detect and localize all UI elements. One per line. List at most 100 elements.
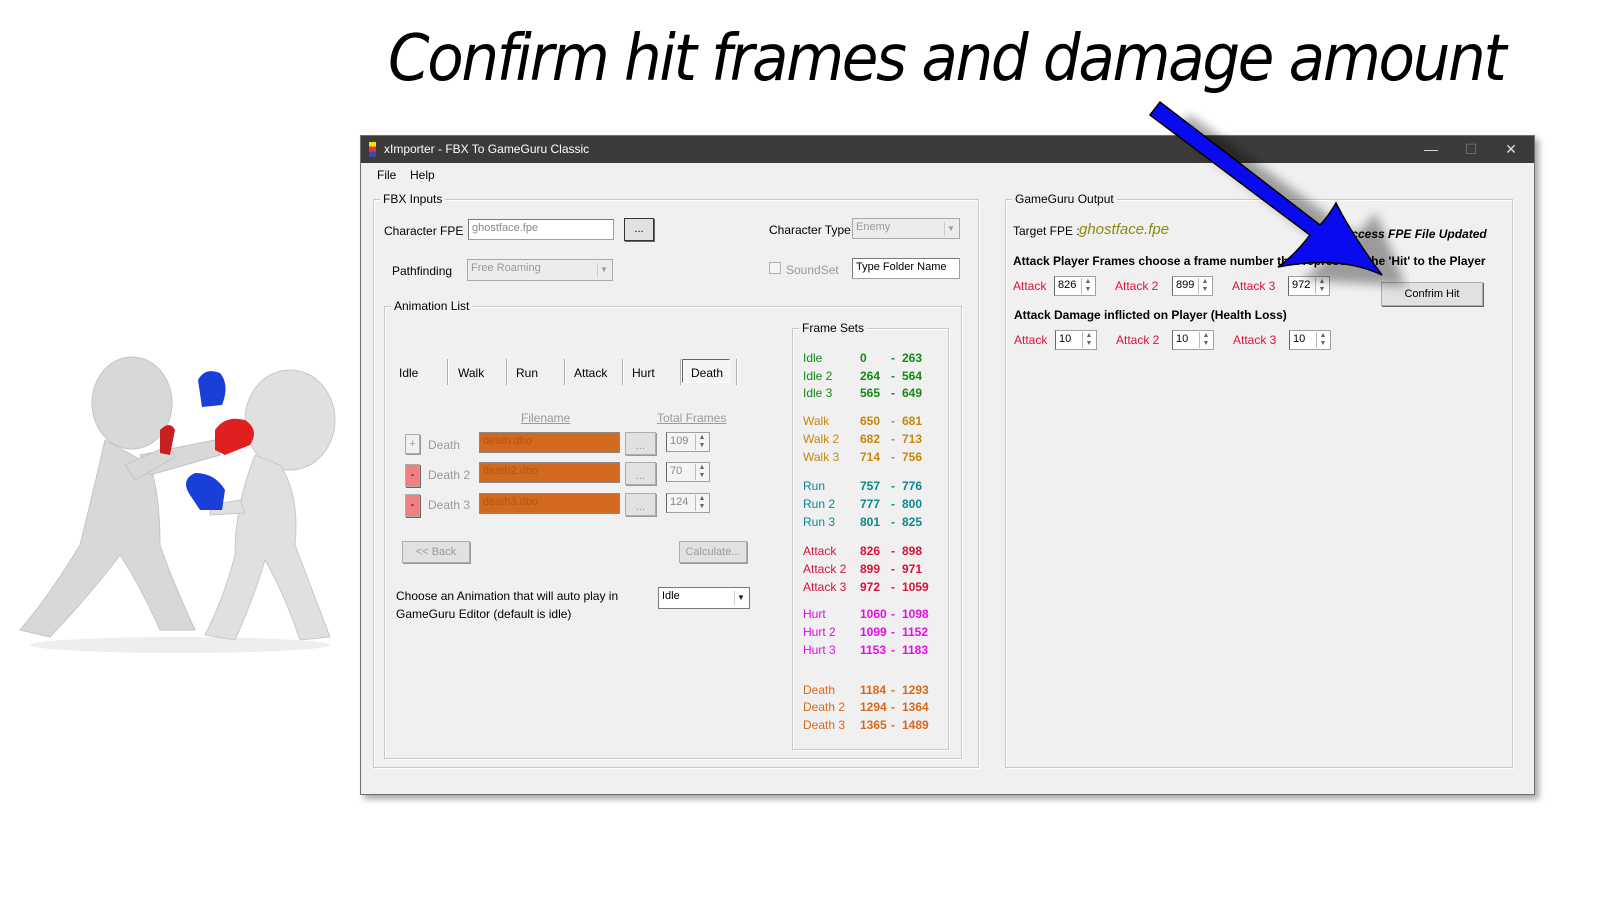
character-type-label: Character Type — [769, 223, 851, 237]
menu-file[interactable]: File — [377, 168, 396, 182]
browse-animation-button[interactable]: ... — [625, 462, 656, 485]
autoplay-description: Choose an Animation that will auto play … — [396, 589, 619, 603]
character-fpe-label: Character FPE — [384, 224, 464, 238]
total-frames-spinner[interactable]: 70 ▲ ▼ — [666, 462, 710, 482]
damage-attack-2-value: 10 — [1176, 333, 1189, 345]
frame-set-name: Death — [803, 682, 836, 697]
animation-filename-field[interactable]: death2.dbo — [479, 462, 620, 483]
tab-death[interactable]: Death — [682, 359, 730, 383]
frame-set-dash: - — [891, 496, 895, 511]
pathfinding-select[interactable]: Free Roaming ▼ — [467, 259, 613, 281]
character-fpe-input[interactable]: ghostface.fpe — [468, 219, 614, 240]
maximize-button[interactable]: ☐ — [1451, 136, 1491, 163]
frame-set-name: Walk — [803, 414, 830, 429]
back-button[interactable]: << Back — [402, 541, 470, 563]
frame-set-dash: - — [891, 368, 895, 383]
frame-set-row: Hurt 1060-1098 — [803, 607, 943, 623]
expand-button[interactable]: + — [405, 434, 420, 454]
frame-set-start: 565 — [860, 386, 881, 401]
tab-attack[interactable]: Attack — [574, 366, 607, 380]
soundset-folder-input[interactable]: Type Folder Name — [852, 258, 960, 279]
autoplay-value: Idle — [662, 590, 680, 602]
damage-attack-1-label: Attack — [1014, 333, 1048, 347]
browse-animation-button[interactable]: ... — [625, 432, 656, 455]
total-frames-value: 124 — [670, 496, 689, 508]
frame-set-end: 564 — [902, 368, 923, 383]
annotation-arrow-icon — [1148, 100, 1406, 286]
frame-set-end: 800 — [902, 496, 923, 511]
hit-attack-1-spinner[interactable]: 826 ▲ ▼ — [1054, 276, 1096, 296]
frame-set-row: Walk 650-681 — [803, 414, 943, 430]
spin-arrows-icon[interactable]: ▲ ▼ — [1081, 278, 1094, 294]
frame-set-row: Hurt 3 1153-1183 — [803, 643, 943, 659]
frame-set-end: 1152 — [902, 625, 929, 640]
frame-set-name: Attack — [803, 544, 837, 559]
tab-run[interactable]: Run — [516, 366, 538, 380]
frame-set-dash: - — [891, 351, 895, 365]
chevron-down-icon: ▼ — [597, 263, 610, 277]
damage-attack-2-spinner[interactable]: 10 ▲ ▼ — [1172, 330, 1214, 350]
frame-set-name: Walk 3 — [803, 449, 840, 464]
frame-set-end: 898 — [902, 544, 923, 559]
calculate-button[interactable]: Calculate... — [679, 541, 747, 563]
frame-set-start: 757 — [860, 479, 881, 494]
frame-set-name: Idle — [803, 351, 823, 365]
tab-hurt[interactable]: Hurt — [632, 366, 655, 380]
frame-set-dash: - — [891, 386, 895, 401]
frame-set-name: Idle 3 — [803, 386, 833, 401]
frame-set-name: Death 2 — [803, 700, 846, 715]
minimize-button[interactable]: — — [1411, 136, 1451, 163]
frame-set-name: Hurt 2 — [803, 625, 836, 640]
collapse-button[interactable]: - — [405, 494, 420, 517]
tab-walk[interactable]: Walk — [458, 366, 484, 380]
frame-set-name: Run 3 — [803, 514, 836, 529]
frame-set-row: Run 3 801-825 — [803, 515, 943, 531]
spin-arrows-icon[interactable]: ▲ ▼ — [1199, 332, 1212, 348]
total-frames-value: 70 — [670, 465, 683, 477]
frame-set-name: Hurt — [803, 607, 826, 622]
frame-set-row: Attack 826-898 — [803, 544, 943, 560]
total-frames-spinner[interactable]: 124 ▲ ▼ — [666, 493, 710, 513]
frame-set-row: Death 2 1294-1364 — [803, 700, 943, 716]
soundset-checkbox[interactable] — [769, 262, 781, 274]
frame-set-name: Walk 2 — [803, 431, 840, 446]
animation-filename-field[interactable]: death.dbo — [479, 432, 620, 453]
frame-set-name: Hurt 3 — [803, 642, 836, 657]
frame-set-start: 1294 — [860, 700, 887, 715]
frame-set-end: 1098 — [902, 607, 929, 622]
spin-arrows-icon[interactable]: ▲ ▼ — [695, 464, 708, 480]
browse-animation-button[interactable]: ... — [625, 493, 656, 516]
total-frames-spinner[interactable]: 109 ▲ ▼ — [666, 432, 710, 452]
menu-help[interactable]: Help — [410, 168, 435, 182]
close-button[interactable]: ✕ — [1491, 136, 1531, 163]
frame-set-end: 1489 — [902, 717, 929, 732]
frame-set-end: 1364 — [902, 700, 929, 715]
tab-idle[interactable]: Idle — [399, 366, 418, 380]
frame-set-start: 777 — [860, 496, 881, 511]
spin-arrows-icon[interactable]: ▲ ▼ — [1316, 332, 1329, 348]
damage-attack-3-spinner[interactable]: 10 ▲ ▼ — [1289, 330, 1331, 350]
collapse-button[interactable]: - — [405, 464, 420, 487]
frame-set-name: Death 3 — [803, 717, 846, 732]
frame-set-end: 1183 — [902, 642, 929, 657]
spin-arrows-icon[interactable]: ▲ ▼ — [1082, 332, 1095, 348]
character-type-select[interactable]: Enemy ▼ — [852, 218, 960, 239]
damage-attack-1-spinner[interactable]: 10 ▲ ▼ — [1055, 330, 1097, 350]
frame-set-dash: - — [891, 414, 895, 429]
frame-sets-group: Frame Sets Idle 0-263 Idle 2 264-564 Idle 35… — [792, 321, 949, 750]
pathfinding-label: Pathfinding — [392, 264, 453, 278]
spin-arrows-icon[interactable]: ▲ ▼ — [695, 434, 708, 450]
browse-fpe-button[interactable]: ... — [624, 218, 654, 241]
frame-set-end: 776 — [902, 479, 923, 494]
frame-set-end: 681 — [902, 414, 923, 429]
spin-arrows-icon[interactable]: ▲ ▼ — [695, 495, 708, 511]
animation-filename-field[interactable]: death3.dbo — [479, 493, 620, 514]
total-frames-column-header: Total Frames — [657, 411, 727, 425]
frame-set-dash: - — [891, 717, 895, 732]
frame-set-name: Attack 3 — [803, 579, 847, 594]
autoplay-select[interactable]: Idle ▼ — [658, 587, 750, 609]
frame-set-start: 682 — [860, 431, 881, 446]
hit-attack-1-label: Attack — [1013, 279, 1047, 293]
frame-set-row: Run 757-776 — [803, 479, 943, 495]
frame-set-end: 713 — [902, 431, 923, 446]
